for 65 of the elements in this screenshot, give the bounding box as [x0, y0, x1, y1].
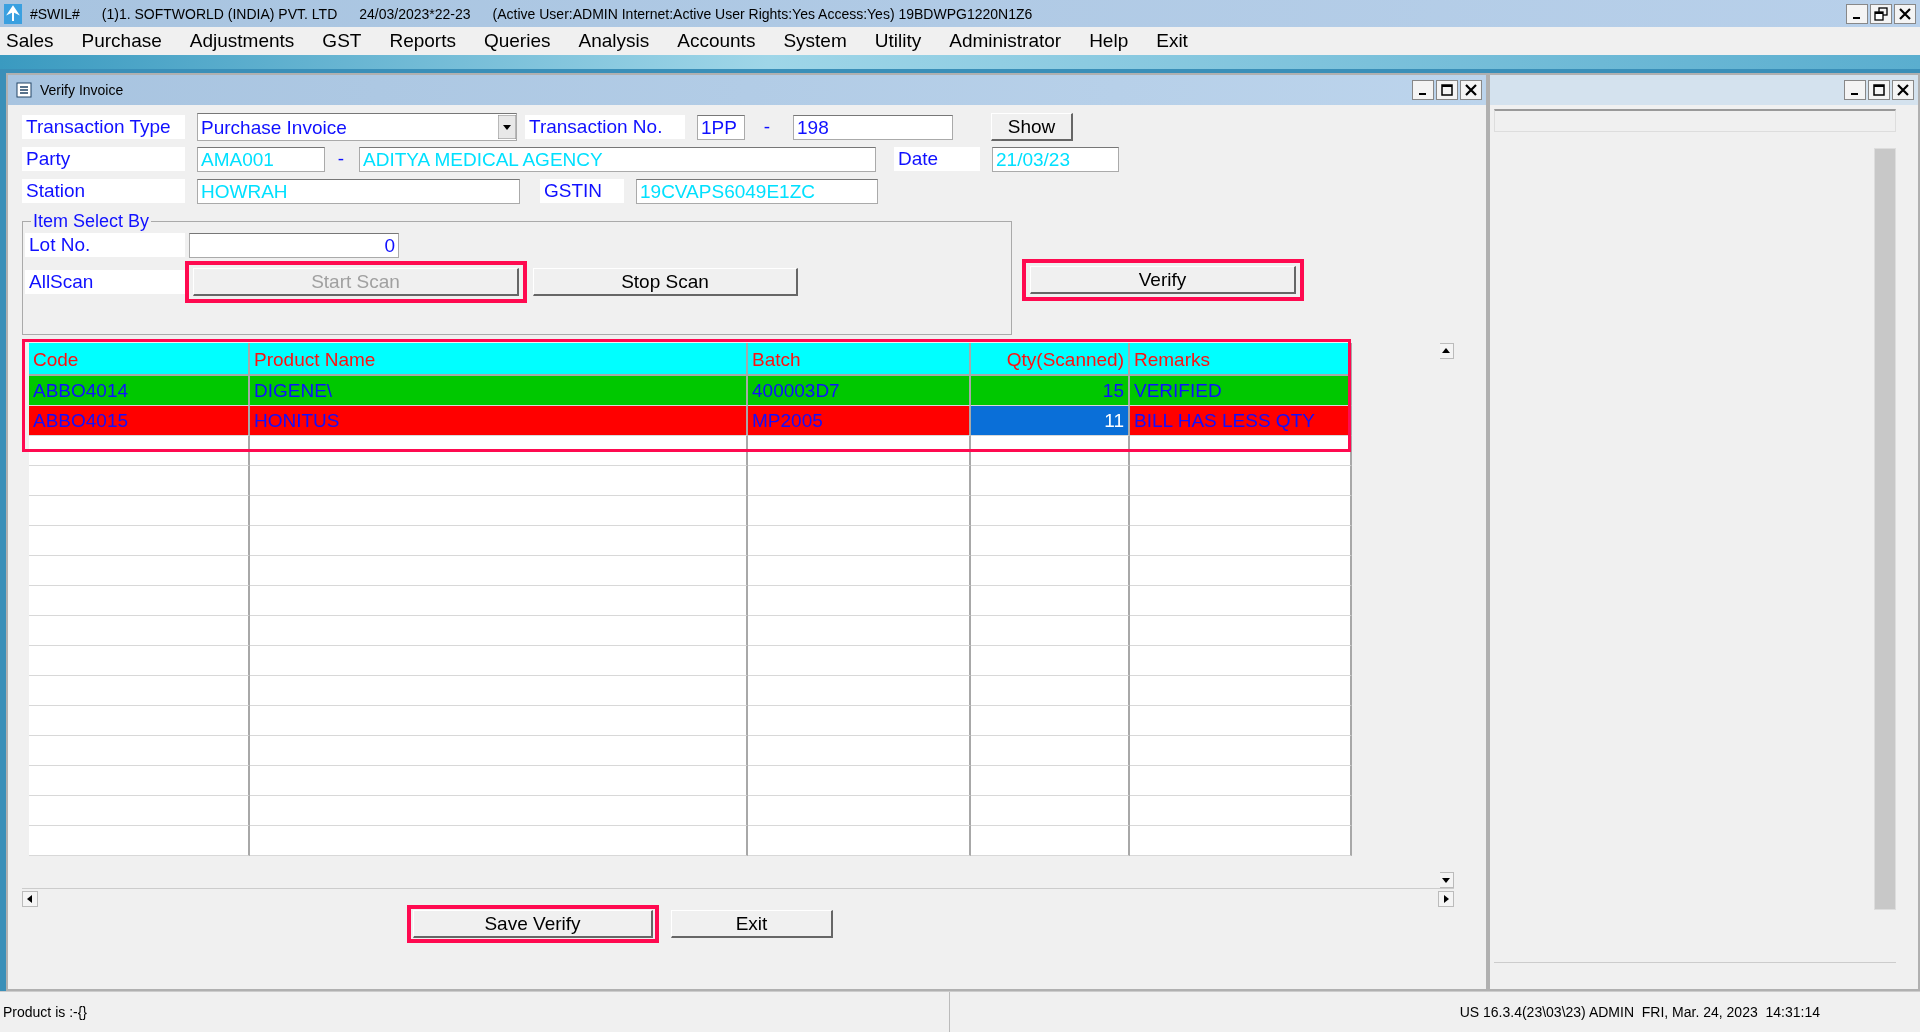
status-message: Product is :-{}: [3, 1004, 88, 1020]
minimize-icon[interactable]: [1844, 80, 1866, 100]
minimize-icon[interactable]: [1846, 3, 1868, 24]
transaction-number-field[interactable]: 198: [793, 114, 953, 140]
field-label: Transaction No.: [525, 115, 685, 139]
transaction-series-field[interactable]: 1PP: [697, 114, 745, 140]
table-cell: BILL HAS LESS QTY: [1130, 406, 1352, 436]
app-logo-icon: [4, 3, 22, 24]
company-name: (1)1. SOFTWORLD (INDIA) PVT. LTD: [101, 5, 338, 22]
menu-item[interactable]: Analysis: [578, 30, 650, 52]
menu-item[interactable]: Purchase: [81, 30, 162, 52]
menu-item[interactable]: Adjustments: [189, 30, 295, 52]
exit-button[interactable]: Exit: [671, 910, 833, 938]
financial-period: 24/03/2023*22-23: [359, 5, 471, 22]
stop-scan-button[interactable]: Stop Scan: [533, 268, 798, 296]
session-info: (Active User:ADMIN Internet:Active User Rights:Yes Access:Yes) 19BDWPG1220N1Z6: [492, 5, 1033, 22]
scroll-right-icon[interactable]: [1438, 891, 1454, 907]
menu-item[interactable]: Reports: [389, 30, 456, 52]
close-icon[interactable]: [1894, 3, 1916, 24]
show-button[interactable]: Show: [991, 113, 1073, 141]
table-cell: 400003D7: [748, 376, 971, 406]
menu-item[interactable]: Accounts: [677, 30, 756, 52]
table-cell: VERIFIED: [1130, 376, 1352, 406]
separator-text: -: [336, 148, 346, 170]
field-label: Lot No.: [25, 233, 185, 257]
table-cell: DIGENE\: [250, 376, 748, 406]
menu-item[interactable]: Exit: [1156, 30, 1188, 52]
group-title: Item Select By: [31, 211, 152, 232]
field-label: AllScan: [25, 270, 185, 294]
window-title: Verify Invoice: [40, 82, 125, 98]
menu-item[interactable]: Administrator: [949, 30, 1062, 52]
table-cell: ABBO4014: [29, 376, 250, 406]
maximize-icon[interactable]: [1868, 80, 1890, 100]
transaction-type-dropdown[interactable]: Purchase Invoice: [197, 113, 517, 141]
close-icon[interactable]: [1892, 80, 1914, 100]
maximize-icon[interactable]: [1436, 80, 1458, 100]
separator-text: -: [762, 116, 772, 138]
menu-item[interactable]: Sales: [6, 30, 54, 52]
scrollbar[interactable]: [1874, 148, 1896, 910]
scroll-left-icon[interactable]: [22, 891, 38, 907]
close-icon[interactable]: [1460, 80, 1482, 100]
save-verify-button[interactable]: Save Verify: [413, 910, 653, 938]
status-info: US 16.3.4(23\03\23) ADMIN FRI, Mar. 24, 2023 14:31:14: [1459, 1004, 1820, 1020]
field-label: Party: [22, 147, 185, 171]
table-cell: 11: [971, 406, 1130, 436]
menu-item[interactable]: Queries: [483, 30, 551, 52]
field-label: Transaction Type: [22, 115, 185, 139]
window-menu-icon[interactable]: [16, 82, 32, 98]
table-cell: MP2005: [748, 406, 971, 436]
menu-item[interactable]: Help: [1089, 30, 1129, 52]
menu-item[interactable]: System: [783, 30, 847, 52]
table-cell: ABBO4015: [29, 406, 250, 436]
field-label: Station: [22, 179, 185, 203]
verify-button[interactable]: Verify: [1030, 266, 1296, 294]
field-label: Date: [894, 147, 980, 171]
lot-number-field[interactable]: 0: [189, 232, 399, 258]
restore-icon[interactable]: [1870, 3, 1892, 24]
field-label: GSTIN: [540, 179, 624, 203]
table-cell: 15: [971, 376, 1130, 406]
app-name: #SWIL#: [30, 5, 80, 22]
menu-item[interactable]: GST: [322, 30, 362, 52]
dropdown-caret-icon[interactable]: [498, 115, 516, 139]
table-cell: HONITUS: [250, 406, 748, 436]
menu-item[interactable]: Utility: [874, 30, 922, 52]
minimize-icon[interactable]: [1412, 80, 1434, 100]
